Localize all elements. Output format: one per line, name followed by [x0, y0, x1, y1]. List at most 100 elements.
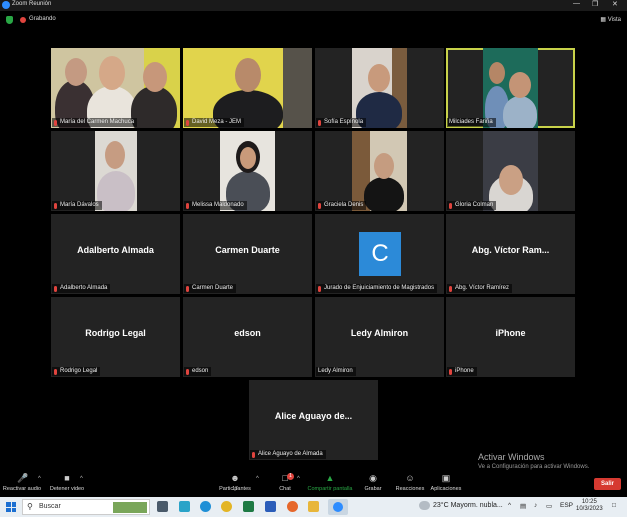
minimize-button[interactable]: —	[573, 0, 580, 7]
input-language[interactable]: ESP	[560, 502, 573, 509]
video-tile[interactable]: David Meza - JEM	[183, 48, 312, 128]
mic-muted-icon	[449, 285, 452, 292]
mic-muted-icon	[186, 119, 189, 126]
store-icon[interactable]	[179, 501, 190, 512]
mic-muted-icon	[318, 285, 321, 292]
show-hidden-icons-chevron-icon[interactable]: ^	[508, 502, 511, 509]
video-tile[interactable]: Gloria Colman	[446, 131, 575, 211]
task-view-icon[interactable]	[157, 501, 168, 512]
file-explorer-icon[interactable]	[308, 501, 319, 512]
participant-name-tag: Ledy Almiron	[316, 367, 356, 376]
participant-tile[interactable]: Rodrigo Legal Rodrigo Legal	[51, 297, 180, 377]
participant-tile[interactable]: iPhone iPhone	[446, 297, 575, 377]
audio-options-chevron-icon[interactable]: ^	[38, 476, 41, 482]
taskbar-clock[interactable]: 10:25 10/3/2023	[576, 499, 603, 513]
participant-video	[220, 131, 275, 211]
participant-name-tag: Milciades Fariña	[447, 118, 496, 127]
share-screen-button[interactable]: ▲ Compartir pantalla	[306, 469, 354, 493]
participant-tile[interactable]: C Jurado de Enjuiciamiento de Magistrado…	[315, 214, 444, 294]
clock-time: 10:25	[581, 499, 597, 505]
reactions-smiley-icon: ☺	[405, 473, 415, 483]
participant-name-tag: Carmen Duarte	[184, 284, 237, 293]
firefox-icon[interactable]	[287, 501, 298, 512]
network-icon[interactable]: ▤	[520, 502, 526, 510]
video-tile[interactable]: Sofía Espínola	[315, 48, 444, 128]
participant-display-name: Adalberto Almada	[77, 245, 154, 255]
meeting-topbar: Grabando ▦ Vista	[0, 12, 627, 28]
participants-button[interactable]: ☻17 Participantes	[216, 469, 254, 493]
participant-tile[interactable]: Ledy Almiron Ledy Almiron	[315, 297, 444, 377]
apps-button[interactable]: ▣ Aplicaciones	[429, 469, 463, 493]
participant-tile[interactable]: edson edson	[183, 297, 312, 377]
notifications-icon[interactable]: □	[612, 502, 616, 509]
windows-taskbar: ⚲ Buscar 23°C Mayorm. nubla... ^ ▤ ♪ ▭ E…	[0, 497, 627, 517]
mic-muted-icon	[186, 202, 189, 209]
clock-date: 10/3/2023	[576, 506, 603, 512]
participant-display-name: Abg. Víctor Ram...	[471, 245, 550, 255]
video-tile[interactable]: María del Carmen Machuca	[51, 48, 180, 128]
participant-display-name: Rodrigo Legal	[85, 328, 146, 338]
participant-name-tag: Adalberto Almada	[52, 284, 111, 293]
search-icon: ⚲	[27, 502, 33, 511]
battery-icon[interactable]: ▭	[546, 502, 552, 510]
security-shield-icon[interactable]	[6, 16, 13, 24]
video-tile[interactable]: Graciela Denis	[315, 131, 444, 211]
zoom-taskbar-icon[interactable]	[328, 499, 348, 515]
participant-display-name: edson	[234, 328, 261, 338]
participant-name-tag: Alice Aguayo de Almada	[250, 450, 326, 459]
taskbar-search-box[interactable]: ⚲ Buscar	[22, 499, 150, 515]
mic-muted-icon	[54, 202, 57, 209]
edge-browser-icon[interactable]	[200, 501, 211, 512]
excel-icon[interactable]	[243, 501, 254, 512]
record-icon: ◉	[369, 473, 377, 483]
chat-button[interactable]: □ Chat	[272, 469, 298, 493]
mic-muted-icon: 🎤	[17, 473, 29, 483]
video-options-chevron-icon[interactable]: ^	[80, 476, 83, 482]
participant-video	[483, 131, 538, 211]
participant-tile[interactable]: Alice Aguayo de... Alice Aguayo de Almad…	[249, 380, 378, 460]
mic-muted-icon	[54, 368, 57, 375]
participant-video	[51, 48, 180, 128]
leave-meeting-button[interactable]: Salir	[594, 478, 621, 490]
unmute-audio-button[interactable]: 🎤 Reactivar audio	[2, 469, 42, 493]
video-tile-active-speaker[interactable]: Milciades Fariña	[446, 48, 575, 128]
participant-tile[interactable]: Carmen Duarte Carmen Duarte	[183, 214, 312, 294]
maximize-button[interactable]: ❐	[592, 0, 598, 8]
mic-muted-icon	[186, 368, 189, 375]
close-button[interactable]: ✕	[612, 0, 618, 8]
windows-start-icon[interactable]	[6, 502, 16, 512]
reactions-button[interactable]: ☺ Reacciones	[394, 469, 426, 493]
participant-video	[95, 131, 137, 211]
volume-icon[interactable]: ♪	[534, 502, 537, 509]
participant-name-tag: Sofía Espínola	[316, 118, 367, 127]
mic-muted-icon	[449, 368, 452, 375]
word-icon[interactable]	[265, 501, 276, 512]
mic-muted-icon	[252, 451, 255, 458]
participant-name-tag: David Meza - JEM	[184, 118, 245, 127]
chat-unread-badge: 1	[287, 473, 294, 480]
weather-widget[interactable]: 23°C Mayorm. nubla...	[420, 502, 503, 509]
video-tile[interactable]: María Dávalos	[51, 131, 180, 211]
view-label: Vista	[607, 17, 621, 23]
zoom-logo-icon	[2, 1, 10, 9]
participant-name-tag: Melissa Maldonado	[184, 201, 247, 210]
mic-muted-icon	[54, 119, 57, 126]
search-highlight-image	[113, 502, 147, 513]
view-button[interactable]: ▦ Vista	[600, 16, 621, 23]
participant-tile[interactable]: Abg. Víctor Ram... Abg. Víctor Ramírez	[446, 214, 575, 294]
share-screen-icon: ▲	[325, 473, 335, 483]
participant-tile[interactable]: Adalberto Almada Adalberto Almada	[51, 214, 180, 294]
recording-label: Grabando	[29, 16, 56, 22]
participant-video	[483, 48, 538, 128]
search-placeholder: Buscar	[39, 503, 61, 510]
windows-activation-title: Activar Windows	[478, 452, 545, 462]
apps-grid-icon: ▣	[441, 473, 451, 483]
participants-options-chevron-icon[interactable]: ^	[256, 476, 259, 482]
video-tile[interactable]: Melissa Maldonado	[183, 131, 312, 211]
window-titlebar: Zoom Reunión — ❐ ✕	[0, 0, 627, 11]
participant-video	[183, 48, 312, 128]
chrome-browser-icon[interactable]	[221, 501, 232, 512]
record-button[interactable]: ◉ Grabar	[360, 469, 386, 493]
chat-options-chevron-icon[interactable]: ^	[297, 476, 300, 482]
participant-name-tag: Gloria Colman	[447, 201, 497, 210]
